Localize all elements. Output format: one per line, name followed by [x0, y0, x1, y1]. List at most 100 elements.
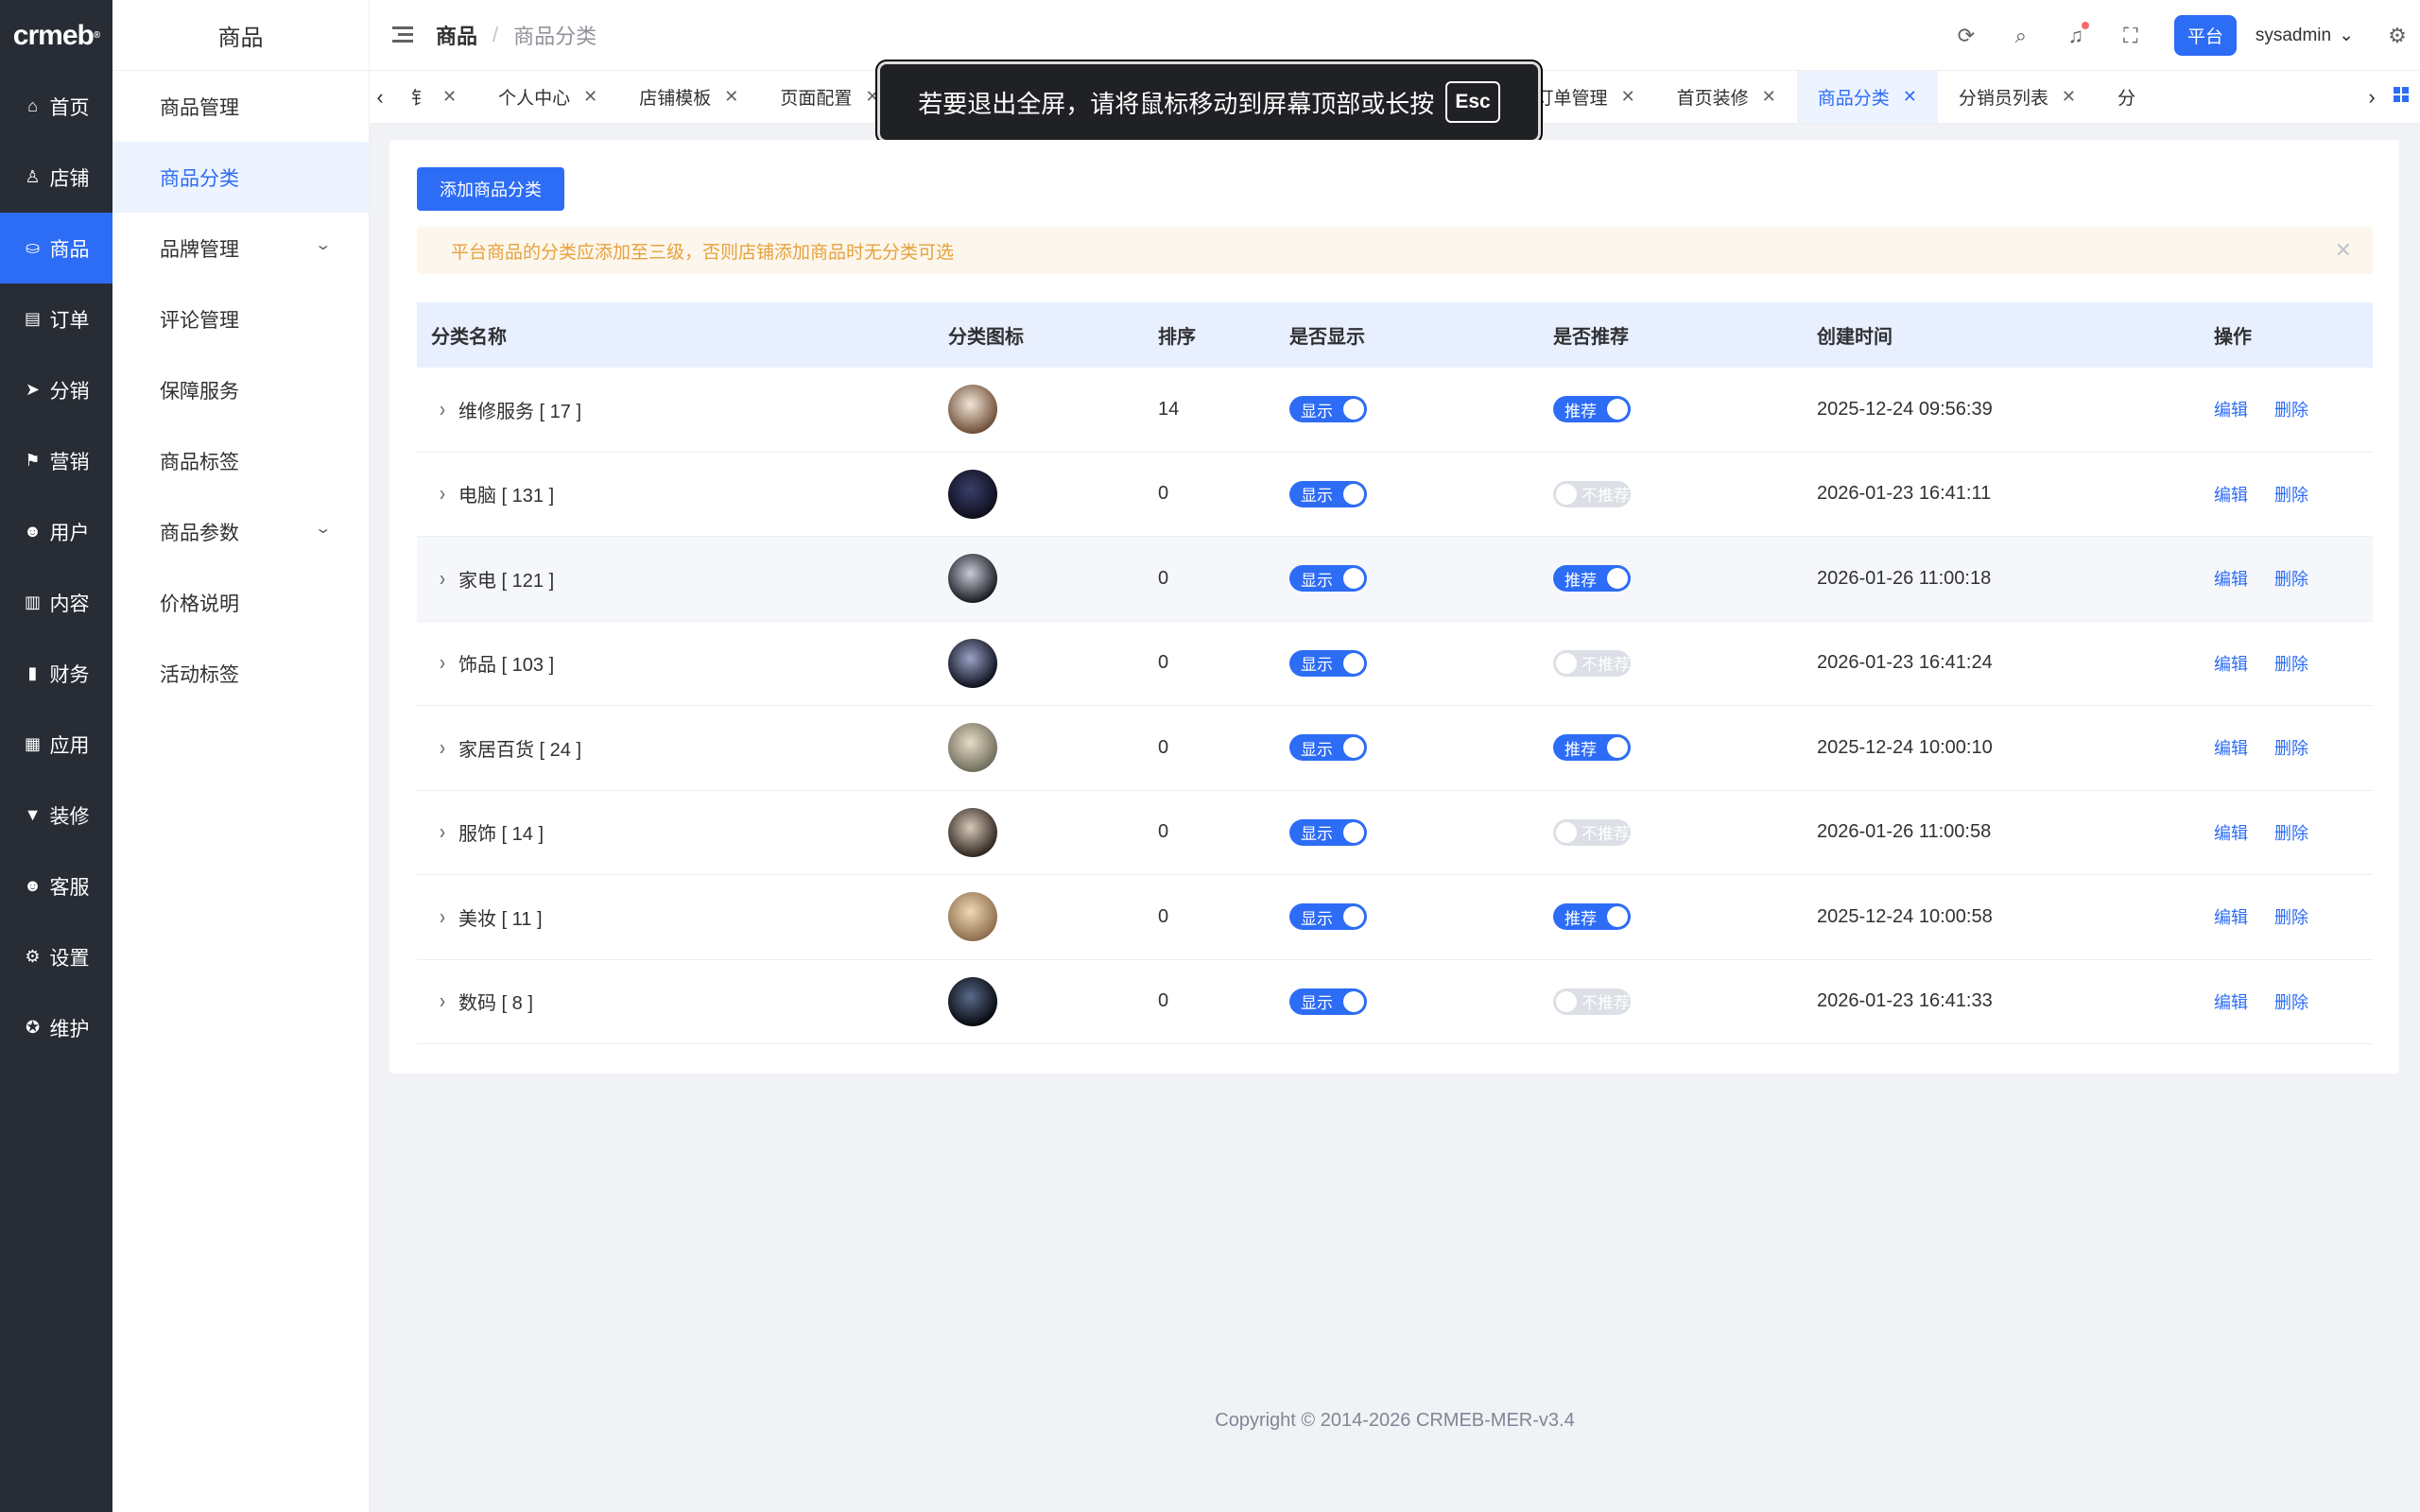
tab-close-icon[interactable]: ✕ — [1903, 87, 1917, 107]
show-toggle[interactable]: 显示 — [1289, 903, 1367, 931]
show-toggle[interactable]: 显示 — [1289, 818, 1367, 846]
logo[interactable]: crmeb ® — [0, 0, 112, 71]
fullscreen-icon[interactable]: ⛶ — [2119, 24, 2142, 48]
edit-link[interactable]: 编辑 — [2214, 820, 2248, 845]
tab-9[interactable]: 分销员列表 ✕ — [1938, 71, 2097, 123]
submenu-item-3[interactable]: 评论管理 — [112, 284, 369, 354]
recommend-toggle[interactable]: 不推荐 — [1553, 818, 1631, 846]
search-icon[interactable]: ⌕ — [2010, 24, 2032, 48]
edit-link[interactable]: 编辑 — [2214, 566, 2248, 591]
nav-item-2[interactable]: ⛀ 商品 — [0, 213, 112, 284]
delete-link[interactable]: 删除 — [2274, 397, 2308, 421]
tabs-menu-grid-icon[interactable] — [2394, 87, 2409, 102]
submenu-item-7[interactable]: 价格说明 — [112, 567, 369, 638]
tabs-scroll-left-icon[interactable]: ‹ — [370, 85, 390, 110]
recommend-toggle[interactable]: 不推荐 — [1553, 649, 1631, 677]
delete-link[interactable]: 删除 — [2274, 482, 2308, 507]
nav-item-7[interactable]: ▥ 内容 — [0, 567, 112, 638]
expand-row-icon[interactable]: › — [440, 397, 445, 422]
show-toggle[interactable]: 显示 — [1289, 480, 1367, 507]
nav-item-8[interactable]: ▮ 财务 — [0, 638, 112, 709]
nav-item-10[interactable]: ▼ 装修 — [0, 780, 112, 850]
delete-link[interactable]: 删除 — [2274, 651, 2308, 676]
submenu-item-5[interactable]: 商品标签 — [112, 425, 369, 496]
expand-row-icon[interactable]: › — [440, 735, 445, 761]
submenu-item-0[interactable]: 商品管理 — [112, 71, 369, 142]
nav-item-13[interactable]: ✪ 维护 — [0, 992, 112, 1063]
add-category-button[interactable]: 添加商品分类 — [417, 167, 564, 211]
delete-link[interactable]: 删除 — [2274, 566, 2308, 591]
expand-row-icon[interactable]: › — [440, 819, 445, 845]
edit-link[interactable]: 编辑 — [2214, 651, 2248, 676]
delete-link[interactable]: 删除 — [2274, 820, 2308, 845]
nav-item-5[interactable]: ⚑ 营销 — [0, 425, 112, 496]
edit-link[interactable]: 编辑 — [2214, 904, 2248, 929]
expand-row-icon[interactable]: › — [440, 566, 445, 592]
recommend-toggle[interactable]: 不推荐 — [1553, 480, 1631, 507]
edit-link[interactable]: 编辑 — [2214, 989, 2248, 1014]
show-toggle[interactable]: 显示 — [1289, 565, 1367, 593]
nav-item-4[interactable]: ➤ 分销 — [0, 354, 112, 425]
expand-row-icon[interactable]: › — [440, 988, 445, 1014]
close-icon[interactable]: ✕ — [2335, 238, 2352, 263]
submenu-item-2[interactable]: 品牌管理 ⌄ — [112, 213, 369, 284]
tab-close-icon[interactable]: ✕ — [724, 87, 738, 107]
show-toggle[interactable]: 显示 — [1289, 396, 1367, 423]
expand-row-icon[interactable]: › — [440, 904, 445, 930]
tabs-scroll-right-icon[interactable]: › — [2361, 85, 2382, 110]
tab-0[interactable]: 钅 ✕ — [390, 71, 477, 123]
submenu-item-1[interactable]: 商品分类 — [112, 142, 369, 213]
tab-close-icon[interactable]: ✕ — [2062, 87, 2076, 107]
show-toggle[interactable]: 显示 — [1289, 649, 1367, 677]
tab-7[interactable]: 首页装修 ✕ — [1656, 71, 1797, 123]
nav-item-6[interactable]: ☻ 用户 — [0, 496, 112, 567]
category-thumbnail[interactable] — [948, 723, 997, 773]
delete-link[interactable]: 删除 — [2274, 989, 2308, 1014]
settings-gear-icon[interactable]: ⚙ — [2386, 24, 2409, 48]
breadcrumb-item[interactable]: 商品 — [436, 20, 477, 50]
tab-10[interactable]: 分 — [2097, 71, 2156, 123]
category-thumbnail[interactable] — [948, 638, 997, 688]
recommend-toggle[interactable]: 推荐 — [1553, 565, 1631, 593]
tab-close-icon[interactable]: ✕ — [1621, 87, 1635, 107]
category-thumbnail[interactable] — [948, 554, 997, 604]
tab-8[interactable]: 商品分类 ✕ — [1796, 71, 1938, 123]
edit-link[interactable]: 编辑 — [2214, 482, 2248, 507]
show-toggle[interactable]: 显示 — [1289, 988, 1367, 1015]
show-toggle[interactable]: 显示 — [1289, 734, 1367, 762]
user-menu[interactable]: sysadmin ⌄ — [2256, 25, 2354, 46]
submenu-item-6[interactable]: 商品参数 ⌄ — [112, 496, 369, 567]
recommend-toggle[interactable]: 不推荐 — [1553, 988, 1631, 1015]
cell-created: 2026-01-23 16:41:33 — [1817, 990, 1993, 1012]
category-thumbnail[interactable] — [948, 892, 997, 942]
nav-item-3[interactable]: ▤ 订单 — [0, 284, 112, 354]
tab-close-icon[interactable]: ✕ — [583, 87, 597, 107]
bell-icon[interactable]: ♫ — [2065, 21, 2089, 48]
collapse-menu-icon[interactable] — [392, 26, 413, 43]
tab-close-icon[interactable]: ✕ — [1762, 87, 1776, 107]
nav-item-1[interactable]: ♙ 店铺 — [0, 142, 112, 213]
submenu-item-4[interactable]: 保障服务 — [112, 354, 369, 425]
recommend-toggle[interactable]: 推荐 — [1553, 734, 1631, 762]
nav-item-0[interactable]: ⌂ 首页 — [0, 71, 112, 142]
expand-row-icon[interactable]: › — [440, 481, 445, 507]
recommend-toggle[interactable]: 推荐 — [1553, 396, 1631, 423]
delete-link[interactable]: 删除 — [2274, 735, 2308, 760]
category-thumbnail[interactable] — [948, 976, 997, 1026]
delete-link[interactable]: 删除 — [2274, 904, 2308, 929]
tab-1[interactable]: 个人中心 ✕ — [477, 71, 618, 123]
tab-2[interactable]: 店铺模板 ✕ — [618, 71, 759, 123]
nav-item-9[interactable]: ▦ 应用 — [0, 709, 112, 780]
category-thumbnail[interactable] — [948, 385, 997, 435]
recommend-toggle[interactable]: 推荐 — [1553, 903, 1631, 931]
tab-close-icon[interactable]: ✕ — [442, 87, 457, 107]
edit-link[interactable]: 编辑 — [2214, 397, 2248, 421]
category-thumbnail[interactable] — [948, 807, 997, 857]
expand-row-icon[interactable]: › — [440, 650, 445, 676]
nav-item-12[interactable]: ⚙ 设置 — [0, 921, 112, 992]
category-thumbnail[interactable] — [948, 469, 997, 519]
refresh-icon[interactable]: ⟳ — [1955, 24, 1978, 48]
nav-item-11[interactable]: ☻ 客服 — [0, 850, 112, 921]
submenu-item-8[interactable]: 活动标签 — [112, 638, 369, 709]
edit-link[interactable]: 编辑 — [2214, 735, 2248, 760]
